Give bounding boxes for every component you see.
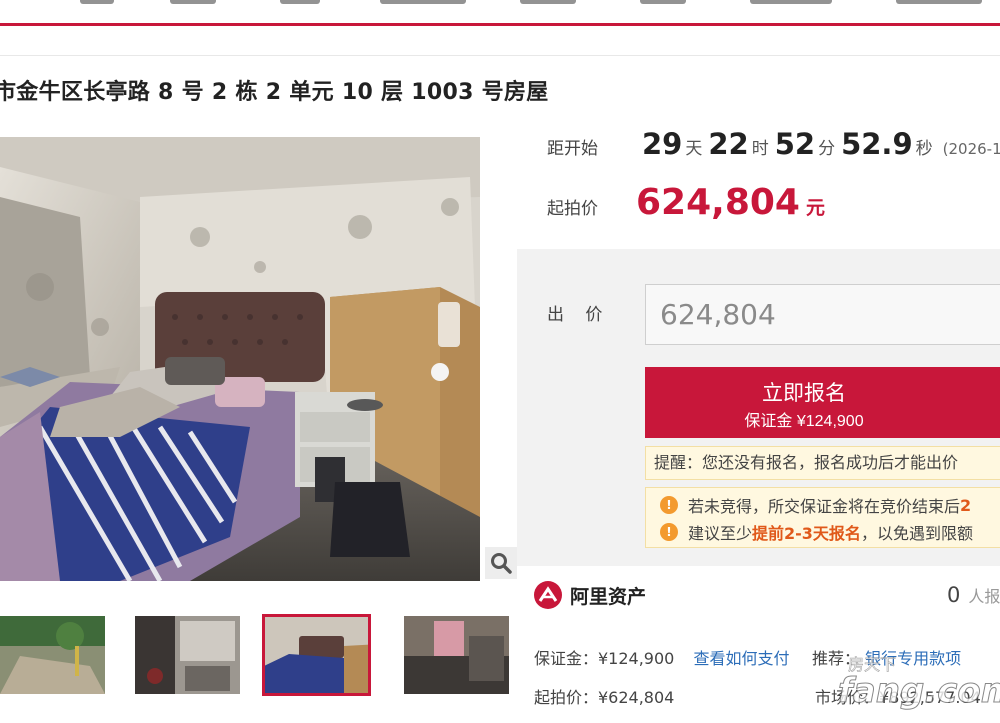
- nav-item[interactable]: [520, 0, 576, 4]
- magnifier-icon: [491, 553, 512, 574]
- nav-item[interactable]: [640, 0, 686, 4]
- bank-account-link[interactable]: 银行专用款项: [865, 649, 961, 668]
- thumbnail-outdoor-image: [0, 616, 105, 694]
- bid-label: 出 价: [547, 305, 611, 325]
- countdown-seconds: 52.9: [841, 127, 913, 161]
- zoom-button[interactable]: [485, 547, 517, 579]
- thumbnail-3-selected[interactable]: [262, 614, 371, 696]
- recommend-label: 推荐：: [812, 649, 861, 668]
- top-nav-bar: [0, 0, 1000, 26]
- countdown-hours: 22: [708, 127, 749, 161]
- thumbnail-room-image: [404, 616, 509, 694]
- countdown-days-unit: 天: [685, 139, 703, 159]
- exclamation-circle-icon: !: [660, 523, 678, 541]
- thumbnail-2[interactable]: [135, 616, 240, 694]
- how-to-pay-link[interactable]: 查看如何支付: [693, 649, 789, 668]
- recommend-row: 推荐： 银行专用款项: [812, 645, 961, 669]
- start-price-row: 起拍价 624,804 元: [547, 182, 825, 223]
- start-price-label: 起拍价: [547, 199, 598, 219]
- notice-refund-text: 若未竞得，所交保证金将在竞价结束后: [688, 497, 961, 516]
- bedroom-photo: [0, 137, 480, 581]
- countdown-days: 29: [642, 127, 683, 161]
- exclamation-circle-icon: !: [660, 496, 678, 514]
- notice-advice-suffix: ，以免遇到限额: [860, 524, 973, 543]
- deposit-amount: 保证金：¥124,900: [534, 649, 675, 668]
- deposit-info-row: 保证金：¥124,900 查看如何支付: [534, 645, 789, 669]
- signup-button[interactable]: 立即报名 保证金 ¥124,900: [645, 367, 1000, 438]
- bid-amount-input[interactable]: 624,804: [645, 284, 1000, 345]
- countdown-hours-unit: 时: [751, 139, 769, 159]
- countdown-start-date: (2026-1: [942, 140, 1000, 158]
- start-price-value: 624,804: [636, 182, 800, 223]
- signup-count-value: 0: [947, 583, 961, 607]
- countdown-seconds-unit: 秒: [915, 139, 933, 159]
- start-price-unit: 元: [805, 197, 825, 219]
- alibaba-asset-logo-icon: [534, 581, 562, 609]
- nav-item[interactable]: [80, 0, 114, 4]
- platform-logo[interactable]: 阿里资产: [534, 581, 646, 609]
- nav-item[interactable]: [170, 0, 216, 4]
- signup-count-unit: 人报: [968, 587, 1000, 606]
- countdown-label: 距开始: [547, 139, 598, 159]
- platform-name: 阿里资产: [570, 585, 647, 608]
- start-price-info: 起拍价：¥624,804: [534, 688, 675, 707]
- notice-advice-highlight: 提前2-3天报名: [752, 524, 861, 543]
- nav-item[interactable]: [280, 0, 320, 4]
- countdown-minutes: 52: [774, 127, 816, 161]
- countdown: 距开始 29 天 22 时 52 分 52.9 秒 (2026-1: [547, 127, 1000, 161]
- signup-count: 0 人报: [947, 583, 1000, 607]
- thumbnail-4[interactable]: [404, 616, 509, 694]
- thumbnail-1[interactable]: [0, 616, 105, 694]
- nav-item[interactable]: [896, 0, 982, 4]
- page-title: 市金牛区长亭路 8 号 2 栋 2 单元 10 层 1003 号房屋: [0, 80, 549, 105]
- main-photo[interactable]: [0, 137, 480, 581]
- deposit-notice: ! 若未竞得，所交保证金将在竞价结束后 2 ! 建议至少 提前2-3天报名 ，以…: [645, 487, 1000, 548]
- notice-row-refund: ! 若未竞得，所交保证金将在竞价结束后 2: [660, 493, 971, 517]
- notice-advice-text: 建议至少: [688, 524, 753, 543]
- signup-button-label: 立即报名: [762, 382, 846, 405]
- signup-deposit-line: 保证金 ¥124,900: [744, 413, 864, 430]
- notice-refund-highlight: 2: [960, 495, 972, 515]
- thumbnail-kitchen-image: [135, 616, 240, 694]
- signup-reminder: 提醒：您还没有报名，报名成功后才能出价: [645, 446, 1000, 480]
- thumbnail-bedroom-image: [264, 616, 369, 694]
- notice-row-advice: ! 建议至少 提前2-3天报名 ，以免遇到限额: [660, 520, 973, 544]
- countdown-minutes-unit: 分: [818, 139, 836, 159]
- market-price-info: 市场价：¥892,577.04: [815, 688, 981, 707]
- divider: [0, 55, 1000, 56]
- nav-item[interactable]: [750, 0, 832, 4]
- nav-item[interactable]: [380, 0, 466, 4]
